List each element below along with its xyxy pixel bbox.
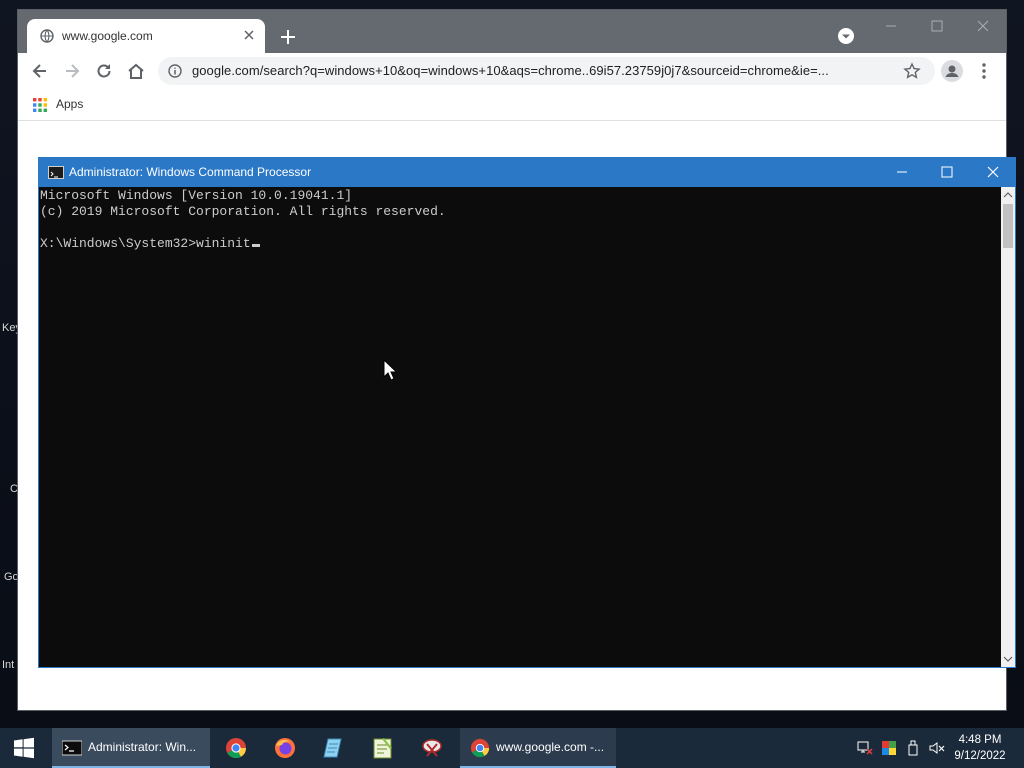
network-icon[interactable] bbox=[857, 740, 873, 756]
home-icon[interactable] bbox=[126, 61, 146, 81]
taskbar-cmd-button[interactable]: Administrator: Win... bbox=[52, 728, 210, 768]
cmd-app-icon bbox=[48, 166, 64, 179]
taskbar-notepad-plus[interactable] bbox=[359, 728, 407, 768]
maximize-icon[interactable] bbox=[937, 163, 957, 181]
new-tab-icon[interactable] bbox=[278, 27, 298, 47]
taskbar-snipping[interactable] bbox=[408, 728, 456, 768]
chrome-titlebar[interactable]: www.google.com bbox=[18, 10, 1006, 53]
tab-title: www.google.com bbox=[62, 29, 153, 43]
taskbar-notepad[interactable] bbox=[310, 728, 358, 768]
minimize-icon[interactable] bbox=[879, 17, 903, 35]
info-icon[interactable] bbox=[168, 64, 182, 78]
scroll-up-icon[interactable] bbox=[1001, 187, 1015, 203]
scroll-thumb[interactable] bbox=[1003, 204, 1013, 248]
start-button[interactable] bbox=[0, 728, 48, 768]
tab-google[interactable]: www.google.com bbox=[27, 19, 265, 53]
desktop-icon-label[interactable]: Go bbox=[4, 571, 19, 583]
forward-icon[interactable] bbox=[62, 61, 82, 81]
minimize-icon[interactable] bbox=[892, 163, 912, 181]
bookmarks-bar: Apps bbox=[18, 89, 1006, 121]
volume-muted-icon[interactable] bbox=[929, 740, 945, 756]
taskbar-cmd-label: Administrator: Win... bbox=[88, 740, 197, 754]
taskbar: Administrator: Win... www.google.com -..… bbox=[0, 728, 1024, 768]
apps-bookmark[interactable]: Apps bbox=[56, 97, 83, 111]
console-prompt[interactable]: X:\Windows\System32>wininit bbox=[40, 236, 260, 251]
taskbar-chrome-window-button[interactable]: www.google.com -... bbox=[460, 728, 616, 768]
close-icon[interactable] bbox=[983, 163, 1003, 181]
taskbar-chrome[interactable] bbox=[212, 728, 260, 768]
chrome-icon bbox=[226, 738, 247, 759]
bookmark-star-icon[interactable] bbox=[903, 62, 921, 80]
console-line: (c) 2019 Microsoft Corporation. All righ… bbox=[40, 204, 446, 219]
cmd-titlebar[interactable]: Administrator: Windows Command Processor bbox=[39, 158, 1015, 187]
notepad-plus-icon bbox=[373, 738, 392, 759]
address-bar[interactable]: google.com/search?q=windows+10&oq=window… bbox=[158, 57, 935, 85]
cmd-icon bbox=[62, 740, 82, 756]
taskbar-chrome-label: www.google.com -... bbox=[496, 740, 605, 754]
firefox-icon bbox=[275, 738, 295, 758]
more-menu-icon[interactable] bbox=[976, 61, 992, 81]
desktop-icon-label[interactable]: Int bbox=[2, 659, 14, 671]
vertical-scrollbar[interactable] bbox=[1001, 187, 1015, 667]
usb-drive-icon[interactable] bbox=[905, 740, 921, 756]
system-clock[interactable]: 4:48 PM 9/12/2022 bbox=[948, 732, 1012, 764]
chrome-toolbar: google.com/search?q=windows+10&oq=window… bbox=[18, 53, 1006, 89]
maximize-icon[interactable] bbox=[925, 17, 949, 35]
text-cursor bbox=[251, 244, 260, 247]
console-output[interactable]: Microsoft Windows [Version 10.0.19041.1]… bbox=[39, 187, 1001, 667]
reload-icon[interactable] bbox=[94, 61, 114, 81]
apps-grid-icon[interactable] bbox=[33, 98, 47, 112]
display-icon[interactable] bbox=[881, 740, 897, 756]
tab-search-icon[interactable] bbox=[837, 27, 855, 45]
notepad-icon bbox=[323, 738, 342, 758]
clock-time: 4:48 PM bbox=[958, 734, 1002, 746]
globe-icon bbox=[40, 29, 54, 43]
desktop-icon-label[interactable]: C bbox=[10, 483, 18, 495]
cmd-window-title: Administrator: Windows Command Processor bbox=[69, 165, 312, 179]
taskbar-firefox[interactable] bbox=[261, 728, 309, 768]
chrome-icon bbox=[470, 738, 490, 758]
mouse-pointer-icon bbox=[383, 359, 397, 381]
windows-logo-icon bbox=[14, 737, 34, 759]
console-line: Microsoft Windows [Version 10.0.19041.1] bbox=[40, 188, 353, 203]
close-icon[interactable] bbox=[971, 17, 995, 35]
scroll-down-icon[interactable] bbox=[1001, 651, 1015, 667]
url-text[interactable]: google.com/search?q=windows+10&oq=window… bbox=[192, 63, 829, 78]
close-tab-icon[interactable] bbox=[242, 28, 256, 42]
snipping-icon bbox=[422, 739, 442, 757]
prompt-command: X:\Windows\System32>wininit bbox=[40, 236, 251, 251]
clock-date: 9/12/2022 bbox=[954, 750, 1006, 762]
cmd-window: Administrator: Windows Command Processor… bbox=[38, 157, 1016, 668]
back-icon[interactable] bbox=[30, 61, 50, 81]
profile-avatar-icon[interactable] bbox=[941, 60, 963, 82]
